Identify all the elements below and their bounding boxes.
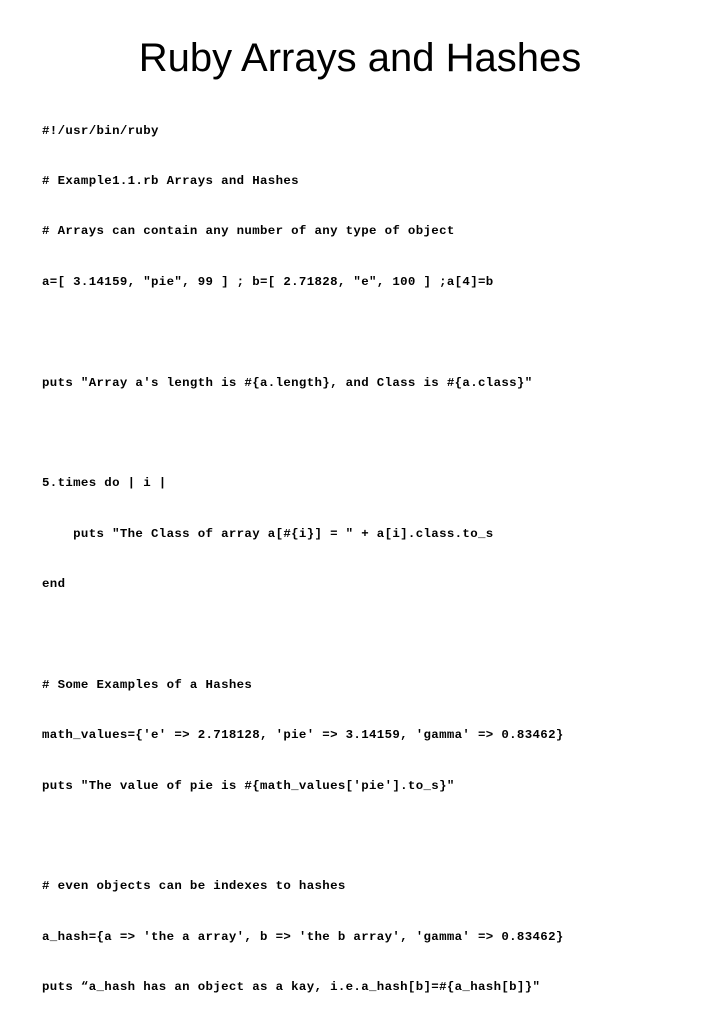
code-line-comment-hashes: # Some Examples of a Hashes [42,677,253,692]
code-line-puts-a-hash: puts “a_hash has an object as a kay, i.e… [42,980,541,995]
code-line-times-loop: 5.times do | i | [42,476,167,491]
code-line-a-hash: a_hash={a => 'the a array', b => 'the b … [42,929,564,944]
code-line-shebang: #!/usr/bin/ruby [42,123,159,138]
code-line-comment-arrays: # Arrays can contain any number of any t… [42,224,455,239]
code-block: #!/usr/bin/ruby # Example1.1.rb Arrays a… [42,89,564,1013]
code-line-puts-length: puts "Array a's length is #{a.length}, a… [42,375,533,390]
code-line-end: end [42,577,66,592]
slide-title: Ruby Arrays and Hashes [138,36,582,80]
code-line-comment-filename: # Example1.1.rb Arrays and Hashes [42,173,299,188]
code-line-math-values: math_values={'e' => 2.718128, 'pie' => 3… [42,728,564,743]
code-line-array-definitions: a=[ 3.14159, "pie", 99 ] ; b=[ 2.71828, … [42,274,494,289]
code-line-puts-pie: puts "The value of pie is #{math_values[… [42,778,455,793]
code-line-comment-objects: # even objects can be indexes to hashes [42,879,346,894]
